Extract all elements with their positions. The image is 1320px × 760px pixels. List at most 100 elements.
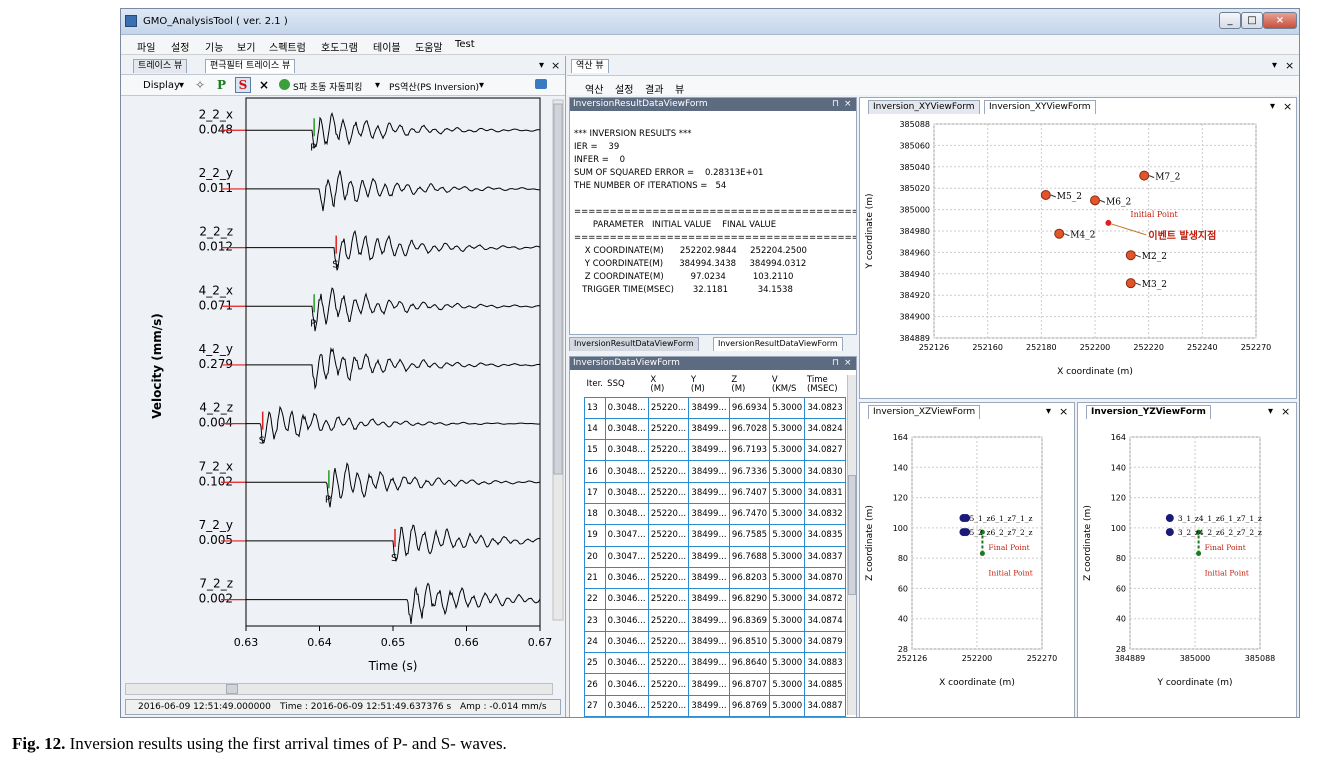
table-row[interactable]: 22 0.3046... 25220... 38499... 96.8290 5.3000… <box>584 588 846 611</box>
result-close-icon[interactable]: × <box>844 98 852 111</box>
menu-help[interactable]: 도움말 <box>415 39 443 54</box>
trace-waveform <box>246 346 541 390</box>
menu-inversion[interactable]: 역산 <box>585 81 603 96</box>
x-tick-label: 252126 <box>897 654 928 663</box>
trace-amplitude: 0.012 <box>199 240 233 254</box>
data-pin-icon[interactable]: ⊓ <box>832 357 839 370</box>
x-tick-label: 252240 <box>1187 343 1218 352</box>
result-header: InversionResultDataViewForm ⊓ × <box>570 98 856 111</box>
menu-bar: 파일 설정 기능 보기 스펙트럼 호도그램 테이블 도움말 Test <box>121 35 1299 55</box>
inversion-pin-icon[interactable]: ▾ <box>1272 60 1277 71</box>
column-header[interactable]: SSQ <box>605 373 648 397</box>
menu-spectrum[interactable]: 스펙트럼 <box>269 39 306 54</box>
tab-xy-view-1[interactable]: Inversion_XYViewForm <box>868 100 980 114</box>
table-cell: 5.3000 <box>769 545 806 568</box>
y-tick-label: 385060 <box>899 141 930 150</box>
data-scroll-thumb[interactable] <box>848 475 856 595</box>
xz-pin-icon[interactable]: ▾ <box>1046 406 1051 417</box>
table-row[interactable]: 17 0.3048... 25220... 38499... 96.7407 5.3000… <box>584 481 846 504</box>
p-pick-button[interactable]: P <box>217 78 226 92</box>
trace-scroll-thumb[interactable] <box>226 684 238 694</box>
column-header[interactable]: Z (M) <box>729 373 770 397</box>
result-pin-icon[interactable]: ⊓ <box>832 98 839 111</box>
tab-xz-view[interactable]: Inversion_XZViewForm <box>868 405 981 419</box>
close-button[interactable]: × <box>1263 12 1297 29</box>
table-cell: 38499... <box>688 502 730 526</box>
data-vertical-scrollbar[interactable] <box>847 375 856 715</box>
column-header[interactable]: X (M) <box>648 373 689 397</box>
table-row[interactable]: 280.3045...25220...38499...96.88845.3000… <box>584 715 846 717</box>
table-row[interactable]: 14 0.3048... 25220... 38499... 96.7028 5.3000… <box>584 417 846 441</box>
table-row[interactable]: 13 0.3048... 25220... 38499... 96.6934 5.3000… <box>584 396 846 419</box>
tab-polar-filter-trace[interactable]: 편극필터 트레이스 뷰 <box>205 59 296 73</box>
table-cell: 96.8510 <box>728 630 771 654</box>
menu-test[interactable]: Test <box>455 39 475 50</box>
table-cell: 38499... <box>688 652 730 675</box>
tab-xy-view-2[interactable]: Inversion_XYViewForm <box>984 100 1096 114</box>
clear-pick-button[interactable]: × <box>259 78 269 92</box>
menu-view[interactable]: 보기 <box>237 39 255 54</box>
display-chevron-icon[interactable]: ▾ <box>179 80 184 91</box>
xy-close-icon[interactable]: × <box>1283 100 1292 113</box>
table-row[interactable]: 16 0.3048... 25220... 38499... 96.7336 5.3000… <box>584 460 846 483</box>
data-close-icon[interactable]: × <box>844 357 852 370</box>
y-tick-label: 385040 <box>899 163 930 172</box>
trace-waveform <box>246 462 540 508</box>
minimize-button[interactable]: _ <box>1219 12 1241 29</box>
menu-file[interactable]: 파일 <box>137 39 155 54</box>
menu-function[interactable]: 기능 <box>205 39 223 54</box>
table-row[interactable]: 18 0.3048... 25220... 38499... 96.7470 5.3000… <box>584 502 846 526</box>
table-row[interactable]: 15 0.3048... 25220... 38499... 96.7193 5.3000… <box>584 439 846 462</box>
x-axis-label: Y coordinate (m) <box>1156 678 1232 688</box>
table-row[interactable]: 24 0.3046... 25220... 38499... 96.8510 5.3000… <box>584 630 846 654</box>
table-cell: 0.3046... <box>604 566 649 590</box>
auto-pick-button[interactable]: S파 초동 자동피킹 <box>293 80 362 93</box>
tab-trace-view[interactable]: 트레이스 뷰 <box>133 59 188 73</box>
table-row[interactable]: 19 0.3047... 25220... 38499... 96.7585 5.3000… <box>584 524 846 547</box>
ps-inversion-button[interactable]: PS역산(PS Inversion) <box>389 80 479 93</box>
xz-close-icon[interactable]: × <box>1059 405 1068 418</box>
table-row[interactable]: 25 0.3046... 25220... 38499... 96.8640 5.3000… <box>584 652 846 675</box>
table-cell: 34.0887 <box>804 694 846 717</box>
ps-inversion-chevron-icon[interactable]: ▾ <box>479 80 484 91</box>
tab-yz-view[interactable]: Inversion_YZViewForm <box>1086 405 1211 419</box>
inversion-close-icon[interactable]: × <box>1285 59 1294 72</box>
column-header[interactable]: Y (M) <box>689 373 730 397</box>
table-row[interactable]: 26 0.3046... 25220... 38499... 96.8707 5.3000… <box>584 673 846 696</box>
tab-result-2[interactable]: InversionResultDataViewForm <box>713 337 843 351</box>
table-row[interactable]: 20 0.3047... 25220... 38499... 96.7688 5.3000… <box>584 545 846 568</box>
menu-inv-settings[interactable]: 설정 <box>615 81 633 96</box>
xy-pin-icon[interactable]: ▾ <box>1270 101 1275 112</box>
display-dropdown[interactable]: Display <box>143 80 180 91</box>
s-pick-button[interactable]: S <box>235 77 251 93</box>
y-tick-label: 28 <box>1116 645 1126 654</box>
print-icon[interactable] <box>535 79 547 89</box>
menu-results[interactable]: 결과 <box>645 81 663 96</box>
crosshair-icon[interactable]: ✧ <box>195 78 205 92</box>
column-header[interactable]: Iter. <box>585 373 606 397</box>
tab-result-1[interactable]: InversionResultDataViewForm <box>569 337 699 351</box>
receiver-group-label: 5_1_z6_1_z7_1_z <box>969 514 1032 523</box>
yz-close-icon[interactable]: × <box>1281 405 1290 418</box>
table-cell: 34.0885 <box>804 673 846 696</box>
menu-table[interactable]: 테이블 <box>373 39 401 54</box>
trace-horizontal-scrollbar[interactable] <box>125 683 553 695</box>
menu-hodogram[interactable]: 호도그램 <box>321 39 358 54</box>
table-cell: 14 <box>584 417 606 441</box>
tab-inversion-view[interactable]: 역산 뷰 <box>571 59 609 73</box>
yz-pin-icon[interactable]: ▾ <box>1268 406 1273 417</box>
table-row[interactable]: 23 0.3046... 25220... 38499... 96.8369 5.3000… <box>584 609 846 632</box>
trace-pin-icon[interactable]: ▾ <box>539 60 544 71</box>
maximize-button[interactable]: □ <box>1241 12 1263 29</box>
table-cell: 22 <box>584 588 606 611</box>
menu-settings[interactable]: 설정 <box>171 39 189 54</box>
station-label: M7_2 <box>1155 173 1180 183</box>
column-header[interactable]: Time (MSEC) <box>805 373 846 397</box>
table-cell: 34.0827 <box>804 439 846 462</box>
auto-pick-chevron-icon[interactable]: ▾ <box>375 80 380 91</box>
menu-inv-view[interactable]: 뷰 <box>675 81 684 96</box>
trace-close-icon[interactable]: × <box>551 59 560 72</box>
column-header[interactable]: V (KM/S <box>770 373 805 397</box>
table-row[interactable]: 21 0.3046... 25220... 38499... 96.8203 5.3000… <box>584 566 846 590</box>
table-row[interactable]: 27 0.3046... 25220... 38499... 96.8769 5.3000… <box>584 694 846 717</box>
